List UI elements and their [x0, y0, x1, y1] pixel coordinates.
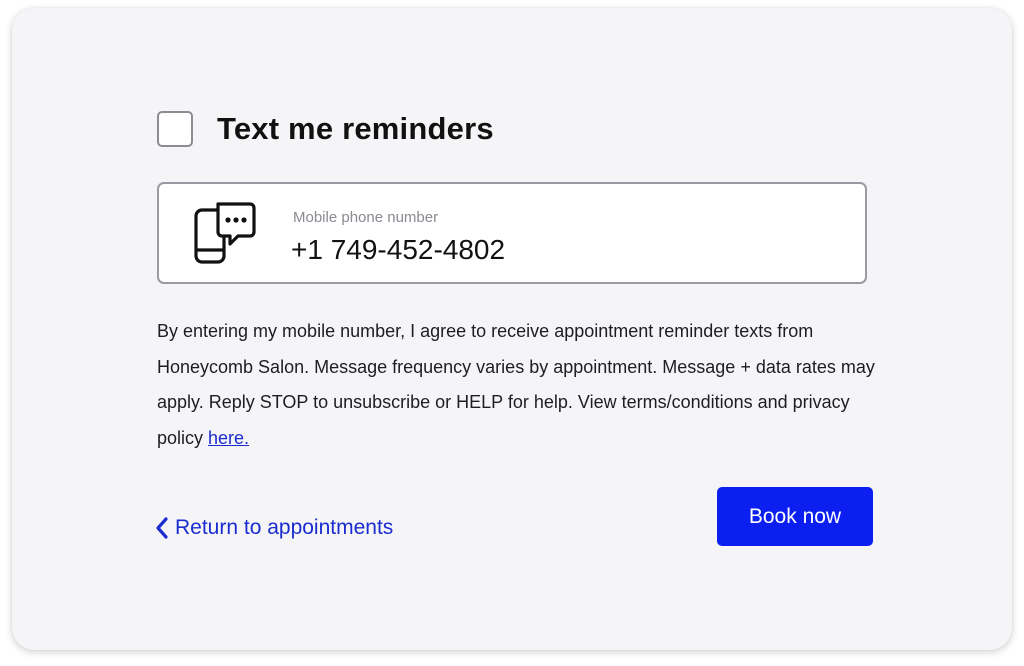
mobile-phone-field[interactable]: Mobile phone number	[157, 182, 867, 284]
chevron-left-icon	[156, 517, 168, 539]
mobile-phone-label: Mobile phone number	[293, 209, 439, 226]
text-reminders-row: Text me reminders	[157, 111, 494, 147]
phone-chat-icon	[194, 202, 256, 264]
book-now-button[interactable]: Book now	[717, 487, 873, 546]
mobile-phone-input[interactable]	[291, 230, 831, 270]
return-to-appointments-label: Return to appointments	[175, 516, 394, 539]
sms-consent-text: By entering my mobile number, I agree to…	[157, 314, 877, 456]
reminder-card: Text me reminders Mobile phone number By…	[12, 8, 1012, 650]
sms-consent-body: By entering my mobile number, I agree to…	[157, 321, 875, 448]
return-to-appointments-link[interactable]: Return to appointments	[153, 516, 393, 540]
text-reminders-checkbox[interactable]	[157, 111, 193, 147]
text-reminders-label: Text me reminders	[217, 111, 494, 146]
privacy-policy-link[interactable]: here.	[208, 428, 249, 448]
